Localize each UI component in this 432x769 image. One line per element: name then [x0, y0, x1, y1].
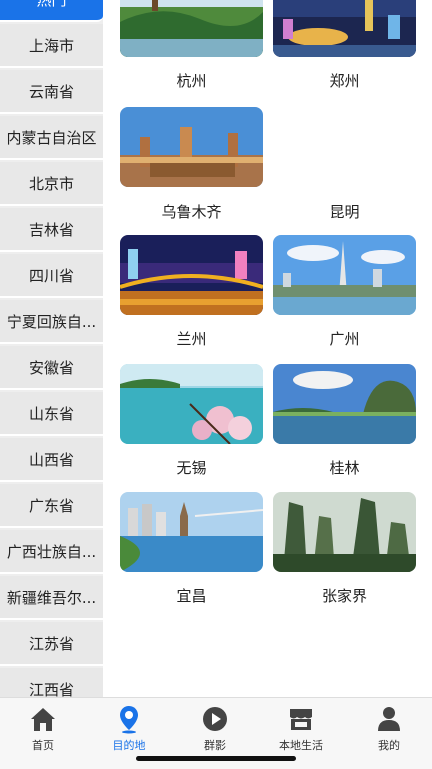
sidebar-item-label: 吉林省 — [28, 220, 74, 239]
sidebar-item-guangdong[interactable]: 广东省 — [0, 484, 103, 528]
sidebar-item-shanxi[interactable]: 山西省 — [0, 438, 103, 482]
city-name: 宜昌 — [176, 587, 207, 605]
city-card-guilin[interactable]: 桂林 — [273, 364, 416, 477]
user-icon — [378, 707, 400, 731]
sidebar-item-shanghai[interactable]: 上海市 — [0, 24, 103, 68]
play-icon — [203, 707, 227, 731]
sidebar-item-ningxia[interactable]: 宁夏回族自... — [0, 300, 103, 344]
sidebar-item-label: 广西壮族自... — [6, 542, 97, 561]
city-card-wuxi[interactable]: 无锡 — [120, 364, 263, 477]
city-photo — [120, 492, 263, 572]
tab-label: 我的 — [378, 739, 400, 752]
city-grid: 杭州 郑州 乌鲁木齐 昆明 兰州 广州 无锡 桂林 宜昌 张家界 — [103, 0, 432, 697]
shop-icon — [290, 709, 312, 730]
tab-label: 群影 — [204, 739, 226, 752]
tab-label: 目的地 — [112, 739, 146, 752]
city-name: 广州 — [329, 330, 360, 348]
tab-me[interactable]: 我的 — [346, 698, 432, 758]
city-name: 昆明 — [329, 203, 360, 221]
tab-label: 本地生活 — [279, 739, 323, 752]
home-icon — [31, 708, 55, 731]
sidebar-item-label: 江西省 — [28, 680, 74, 698]
sidebar-item-label: 云南省 — [28, 82, 74, 101]
city-name: 兰州 — [176, 330, 207, 348]
home-indicator — [136, 756, 296, 761]
city-card-urumqi[interactable]: 乌鲁木齐 — [120, 107, 263, 221]
sidebar-item-label: 内蒙古自治区 — [6, 128, 97, 147]
city-photo — [120, 107, 263, 187]
tab-destination[interactable]: 目的地 — [86, 698, 172, 758]
sidebar-item-jiangxi[interactable]: 江西省 — [0, 668, 103, 697]
city-card-kunming[interactable]: 昆明 — [273, 107, 416, 221]
city-name: 无锡 — [176, 459, 207, 477]
sidebar-item-label: 四川省 — [28, 266, 74, 285]
province-sidebar[interactable]: 热门 上海市 云南省 内蒙古自治区 北京市 吉林省 四川省 宁夏回族自... 安… — [0, 0, 103, 697]
tab-label: 首页 — [32, 739, 54, 752]
city-name: 杭州 — [176, 72, 207, 90]
city-photo — [273, 107, 416, 187]
city-photo — [120, 235, 263, 315]
sidebar-item-label: 宁夏回族自... — [6, 312, 97, 331]
city-card-zhangjiajie[interactable]: 张家界 — [273, 492, 416, 605]
sidebar-item-beijing[interactable]: 北京市 — [0, 162, 103, 206]
sidebar-item-guangxi[interactable]: 广西壮族自... — [0, 530, 103, 574]
city-name: 郑州 — [329, 72, 360, 90]
city-name: 张家界 — [321, 587, 367, 605]
sidebar-item-label: 新疆维吾尔... — [6, 588, 97, 607]
city-card-guangzhou[interactable]: 广州 — [273, 235, 416, 348]
tab-local-life[interactable]: 本地生活 — [258, 698, 344, 758]
city-photo — [120, 0, 263, 57]
sidebar-item-label: 安徽省 — [28, 358, 74, 377]
city-card-zhengzhou[interactable]: 郑州 — [273, 0, 416, 90]
sidebar-item-yunnan[interactable]: 云南省 — [0, 70, 103, 114]
tab-video[interactable]: 群影 — [172, 698, 258, 758]
sidebar-item-shandong[interactable]: 山东省 — [0, 392, 103, 436]
city-photo — [273, 235, 416, 315]
sidebar-item-label: 北京市 — [28, 174, 74, 193]
tab-home[interactable]: 首页 — [0, 698, 86, 758]
city-name: 桂林 — [329, 459, 360, 477]
sidebar-item-sichuan[interactable]: 四川省 — [0, 254, 103, 298]
city-photo — [273, 364, 416, 444]
city-photo — [273, 0, 416, 57]
sidebar-item-xinjiang[interactable]: 新疆维吾尔... — [0, 576, 103, 620]
sidebar-item-anhui[interactable]: 安徽省 — [0, 346, 103, 390]
city-photo — [273, 492, 416, 572]
sidebar-item-label: 山西省 — [28, 450, 74, 469]
sidebar-item-inner-mongolia[interactable]: 内蒙古自治区 — [0, 116, 103, 160]
city-photo — [120, 364, 263, 444]
sidebar-item-label: 广东省 — [28, 496, 74, 515]
city-card-yichang[interactable]: 宜昌 — [120, 492, 263, 605]
sidebar-item-label: 山东省 — [28, 404, 74, 423]
city-card-hangzhou[interactable]: 杭州 — [120, 0, 263, 90]
sidebar-item-label: 热门 — [36, 0, 66, 10]
sidebar-item-label: 上海市 — [28, 36, 74, 55]
location-pin-icon — [120, 706, 138, 734]
city-name: 乌鲁木齐 — [161, 203, 222, 221]
sidebar-item-hot[interactable]: 热门 — [0, 0, 103, 22]
sidebar-item-jiangsu[interactable]: 江苏省 — [0, 622, 103, 666]
sidebar-item-label: 江苏省 — [28, 634, 74, 653]
sidebar-item-jilin[interactable]: 吉林省 — [0, 208, 103, 252]
city-card-lanzhou[interactable]: 兰州 — [120, 235, 263, 348]
